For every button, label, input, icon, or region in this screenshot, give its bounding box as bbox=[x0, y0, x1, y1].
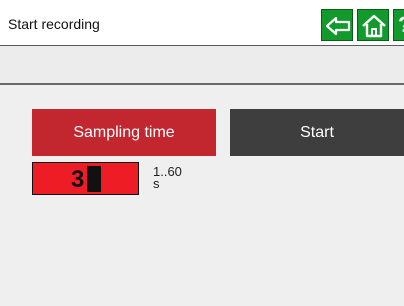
home-button[interactable] bbox=[357, 9, 389, 41]
start-button[interactable]: Start bbox=[230, 109, 404, 156]
page-title: Start recording bbox=[8, 16, 100, 32]
text-cursor bbox=[87, 166, 101, 192]
unit-label: s bbox=[153, 176, 160, 191]
sampling-time-button[interactable]: Sampling time bbox=[32, 109, 216, 156]
arrow-left-icon bbox=[325, 16, 351, 36]
back-button[interactable] bbox=[321, 9, 353, 41]
help-button[interactable]: ? bbox=[393, 9, 404, 41]
sampling-time-input[interactable]: 3 bbox=[32, 162, 139, 195]
home-icon bbox=[362, 14, 386, 38]
toolbar-band bbox=[0, 46, 404, 84]
sampling-time-value: 3 bbox=[71, 166, 85, 193]
title-bar: Start recording ? bbox=[0, 0, 404, 46]
range-hint: 1..60 s bbox=[153, 165, 182, 191]
